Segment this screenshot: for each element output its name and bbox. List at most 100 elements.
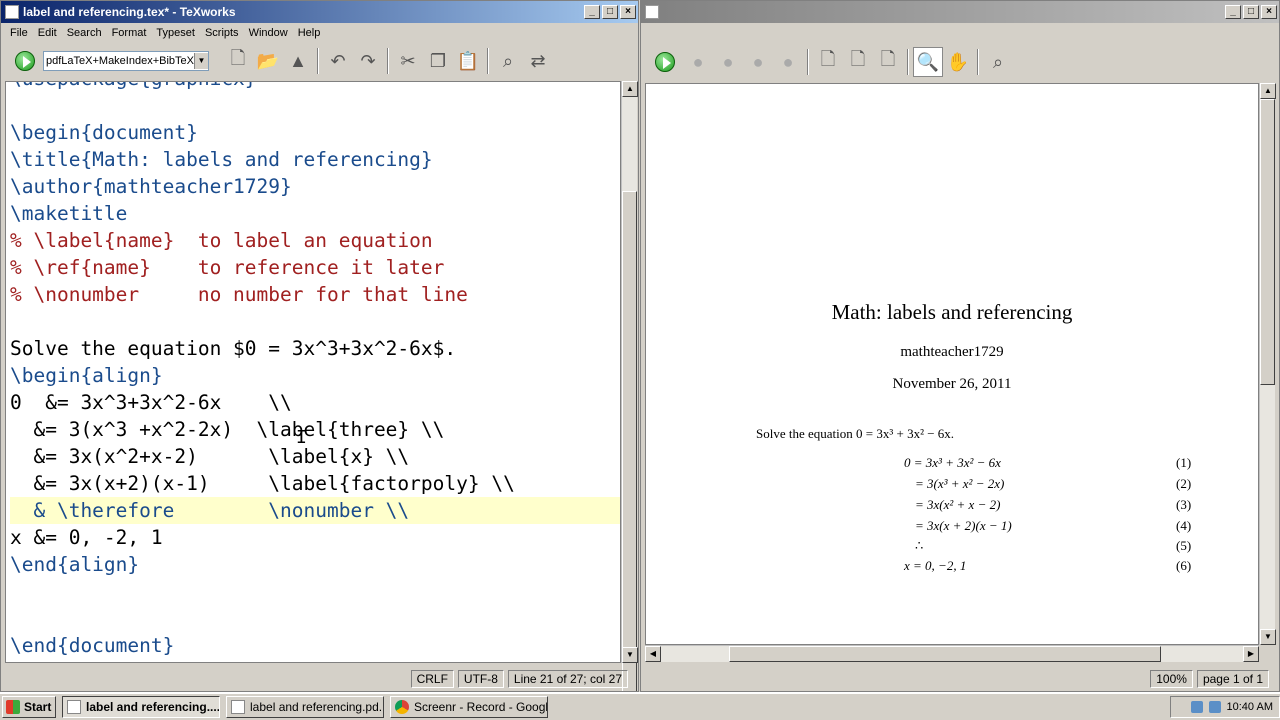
paste-icon[interactable]: 📋 [453, 46, 483, 76]
fit-window-icon[interactable]: 🗋 [873, 47, 903, 77]
typeset-button[interactable] [655, 52, 675, 72]
page-indicator[interactable]: page 1 of 1 [1196, 670, 1269, 688]
volume-icon[interactable] [1208, 701, 1221, 713]
scroll-left-icon[interactable]: ◀ [645, 646, 661, 662]
typeset-button[interactable] [15, 51, 35, 71]
code-line[interactable] [10, 308, 620, 335]
undo-icon[interactable]: ↶ [323, 46, 353, 76]
scroll-up-icon[interactable]: ▲ [1260, 83, 1276, 99]
cut-icon[interactable]: ✂ [393, 46, 423, 76]
code-line[interactable]: x &= 0, -2, 1 [10, 524, 620, 551]
close-button[interactable]: × [620, 5, 636, 19]
code-line[interactable]: &= 3(x^3 +x^2-2x) \label{three} \\ [10, 416, 620, 443]
taskbar-item-chrome[interactable]: Screenr - Record - Googl... [390, 696, 548, 718]
menu-scripts[interactable]: Scripts [200, 27, 244, 39]
code-line[interactable] [10, 605, 620, 632]
menu-search[interactable]: Search [62, 27, 107, 39]
menu-edit[interactable]: Edit [33, 27, 62, 39]
minimize-button[interactable]: _ [584, 5, 600, 19]
code-line[interactable]: 0 &= 3x^3+3x^2-6x \\ [10, 389, 620, 416]
chevron-down-icon[interactable]: ▼ [194, 53, 208, 69]
new-document-icon[interactable]: 🗋 [223, 46, 253, 76]
code-line[interactable]: & \therefore \nonumber \\ [10, 497, 620, 524]
preview-toolbar: ● ● ● ● 🗋 🗋 🗋 🔍 ✋ ⌕ [641, 43, 1279, 81]
preview-scroll-thumb[interactable] [1260, 99, 1275, 385]
code-line[interactable]: \begin{align} [10, 362, 620, 389]
zoom-level[interactable]: 100% [1150, 670, 1193, 688]
code-line[interactable]: \end{align} [10, 551, 620, 578]
close-button[interactable]: × [1261, 5, 1277, 19]
editor-toolbar: pdfLaTeX+MakeIndex+BibTeX ▼ 🗋 📂 ▲ ↶ ↷ ✂ … [1, 43, 638, 79]
code-line[interactable]: \usepackage{graphicx} [10, 82, 620, 92]
equation-number: (1) [1176, 455, 1192, 470]
code-line[interactable]: &= 3x(x+2)(x-1) \label{factorpoly} \\ [10, 470, 620, 497]
preview-hscroll-thumb[interactable] [729, 646, 1161, 662]
code-line[interactable]: % \label{name} to label an equation [10, 227, 620, 254]
equation-number: (2) [1176, 476, 1192, 491]
preview-titlebar[interactable]: _ □ × [641, 1, 1279, 23]
code-line[interactable]: \maketitle [10, 200, 620, 227]
menu-file[interactable]: File [5, 27, 33, 39]
encoding-indicator[interactable]: UTF-8 [457, 670, 504, 688]
code-line[interactable] [10, 92, 620, 119]
menu-format[interactable]: Format [107, 27, 152, 39]
code-line[interactable]: Solve the equation $0 = 3x^3+3x^2-6x$. [10, 335, 620, 362]
editor-scroll-thumb[interactable] [622, 191, 637, 691]
save-icon[interactable]: ▲ [283, 46, 313, 76]
scroll-down-icon[interactable]: ▼ [1260, 629, 1276, 645]
taskbar: Start label and referencing.... label an… [0, 692, 1280, 720]
code-line[interactable]: \end{document} [10, 632, 620, 659]
maximize-button[interactable]: □ [1243, 5, 1259, 19]
taskbar-item-editor[interactable]: label and referencing.... [62, 696, 220, 718]
code-line[interactable]: \begin{document} [10, 119, 620, 146]
hand-scroll-icon[interactable]: ✋ [943, 47, 973, 77]
editor-titlebar[interactable]: label and referencing.tex* - TeXworks _ … [1, 1, 638, 23]
menu-help[interactable]: Help [293, 27, 326, 39]
scroll-up-icon[interactable]: ▲ [622, 81, 638, 97]
preview-vertical-scrollbar[interactable]: ▲ ▼ [1259, 83, 1276, 645]
fit-width-icon[interactable]: 🗋 [843, 47, 873, 77]
find-icon[interactable]: ⌕ [983, 47, 1013, 77]
code-line[interactable]: &= 3x(x^2+x-2) \label{x} \\ [10, 443, 620, 470]
scroll-down-icon[interactable]: ▼ [622, 647, 638, 663]
source-editor[interactable]: \usepackage{graphicx} \begin{document}\ti… [5, 81, 621, 663]
next-page-icon[interactable]: ● [743, 47, 773, 77]
find-icon[interactable]: ⌕ [493, 46, 523, 76]
start-button[interactable]: Start [2, 696, 56, 718]
replace-icon[interactable]: ⇄ [523, 46, 553, 76]
first-page-icon[interactable]: ● [683, 47, 713, 77]
typeset-engine-select[interactable]: pdfLaTeX+MakeIndex+BibTeX ▼ [43, 51, 209, 71]
maximize-button[interactable]: □ [602, 5, 618, 19]
editor-window: label and referencing.tex* - TeXworks _ … [0, 0, 639, 692]
code-line[interactable]: % \ref{name} to reference it later [10, 254, 620, 281]
clock[interactable]: 10:40 AM [1227, 701, 1273, 713]
line-ending-indicator[interactable]: CRLF [410, 670, 454, 688]
equation-number: (4) [1176, 518, 1192, 533]
previous-page-icon[interactable]: ● [713, 47, 743, 77]
code-line[interactable]: % \nonumber no number for that line [10, 281, 620, 308]
redo-icon[interactable]: ↷ [353, 46, 383, 76]
last-page-icon[interactable]: ● [773, 47, 803, 77]
minimize-button[interactable]: _ [1225, 5, 1241, 19]
copy-icon[interactable]: ❐ [423, 46, 453, 76]
actual-size-icon[interactable]: 🗋 [813, 47, 843, 77]
pdf-preview-page[interactable]: Math: labels and referencing mathteacher… [645, 83, 1259, 645]
code-line[interactable]: \title{Math: labels and referencing} [10, 146, 620, 173]
equation-line: 0 = 3x³ + 3x² − 6x [904, 455, 1001, 470]
editor-vertical-scrollbar[interactable]: ▲ ▼ [621, 81, 638, 691]
code-line[interactable] [10, 578, 620, 605]
code-line[interactable]: \author{mathteacher1729} [10, 173, 620, 200]
network-icon[interactable] [1190, 701, 1203, 713]
texworks-app-icon [5, 5, 19, 19]
editor-menubar: File Edit Search Format Typeset Scripts … [1, 23, 638, 43]
magnifier-icon[interactable]: 🔍 [913, 47, 943, 77]
menu-window[interactable]: Window [244, 27, 293, 39]
taskbar-item-label: label and referencing.... [86, 700, 220, 714]
menu-typeset[interactable]: Typeset [151, 27, 200, 39]
doc-date: November 26, 2011 [892, 376, 1012, 392]
scroll-right-icon[interactable]: ▶ [1243, 646, 1259, 662]
cursor-position[interactable]: Line 21 of 27; col 27 [507, 670, 628, 688]
taskbar-item-preview[interactable]: label and referencing.pd... [226, 696, 384, 718]
open-folder-icon[interactable]: 📂 [253, 46, 283, 76]
preview-horizontal-scrollbar[interactable]: ◀ ▶ [645, 645, 1259, 662]
